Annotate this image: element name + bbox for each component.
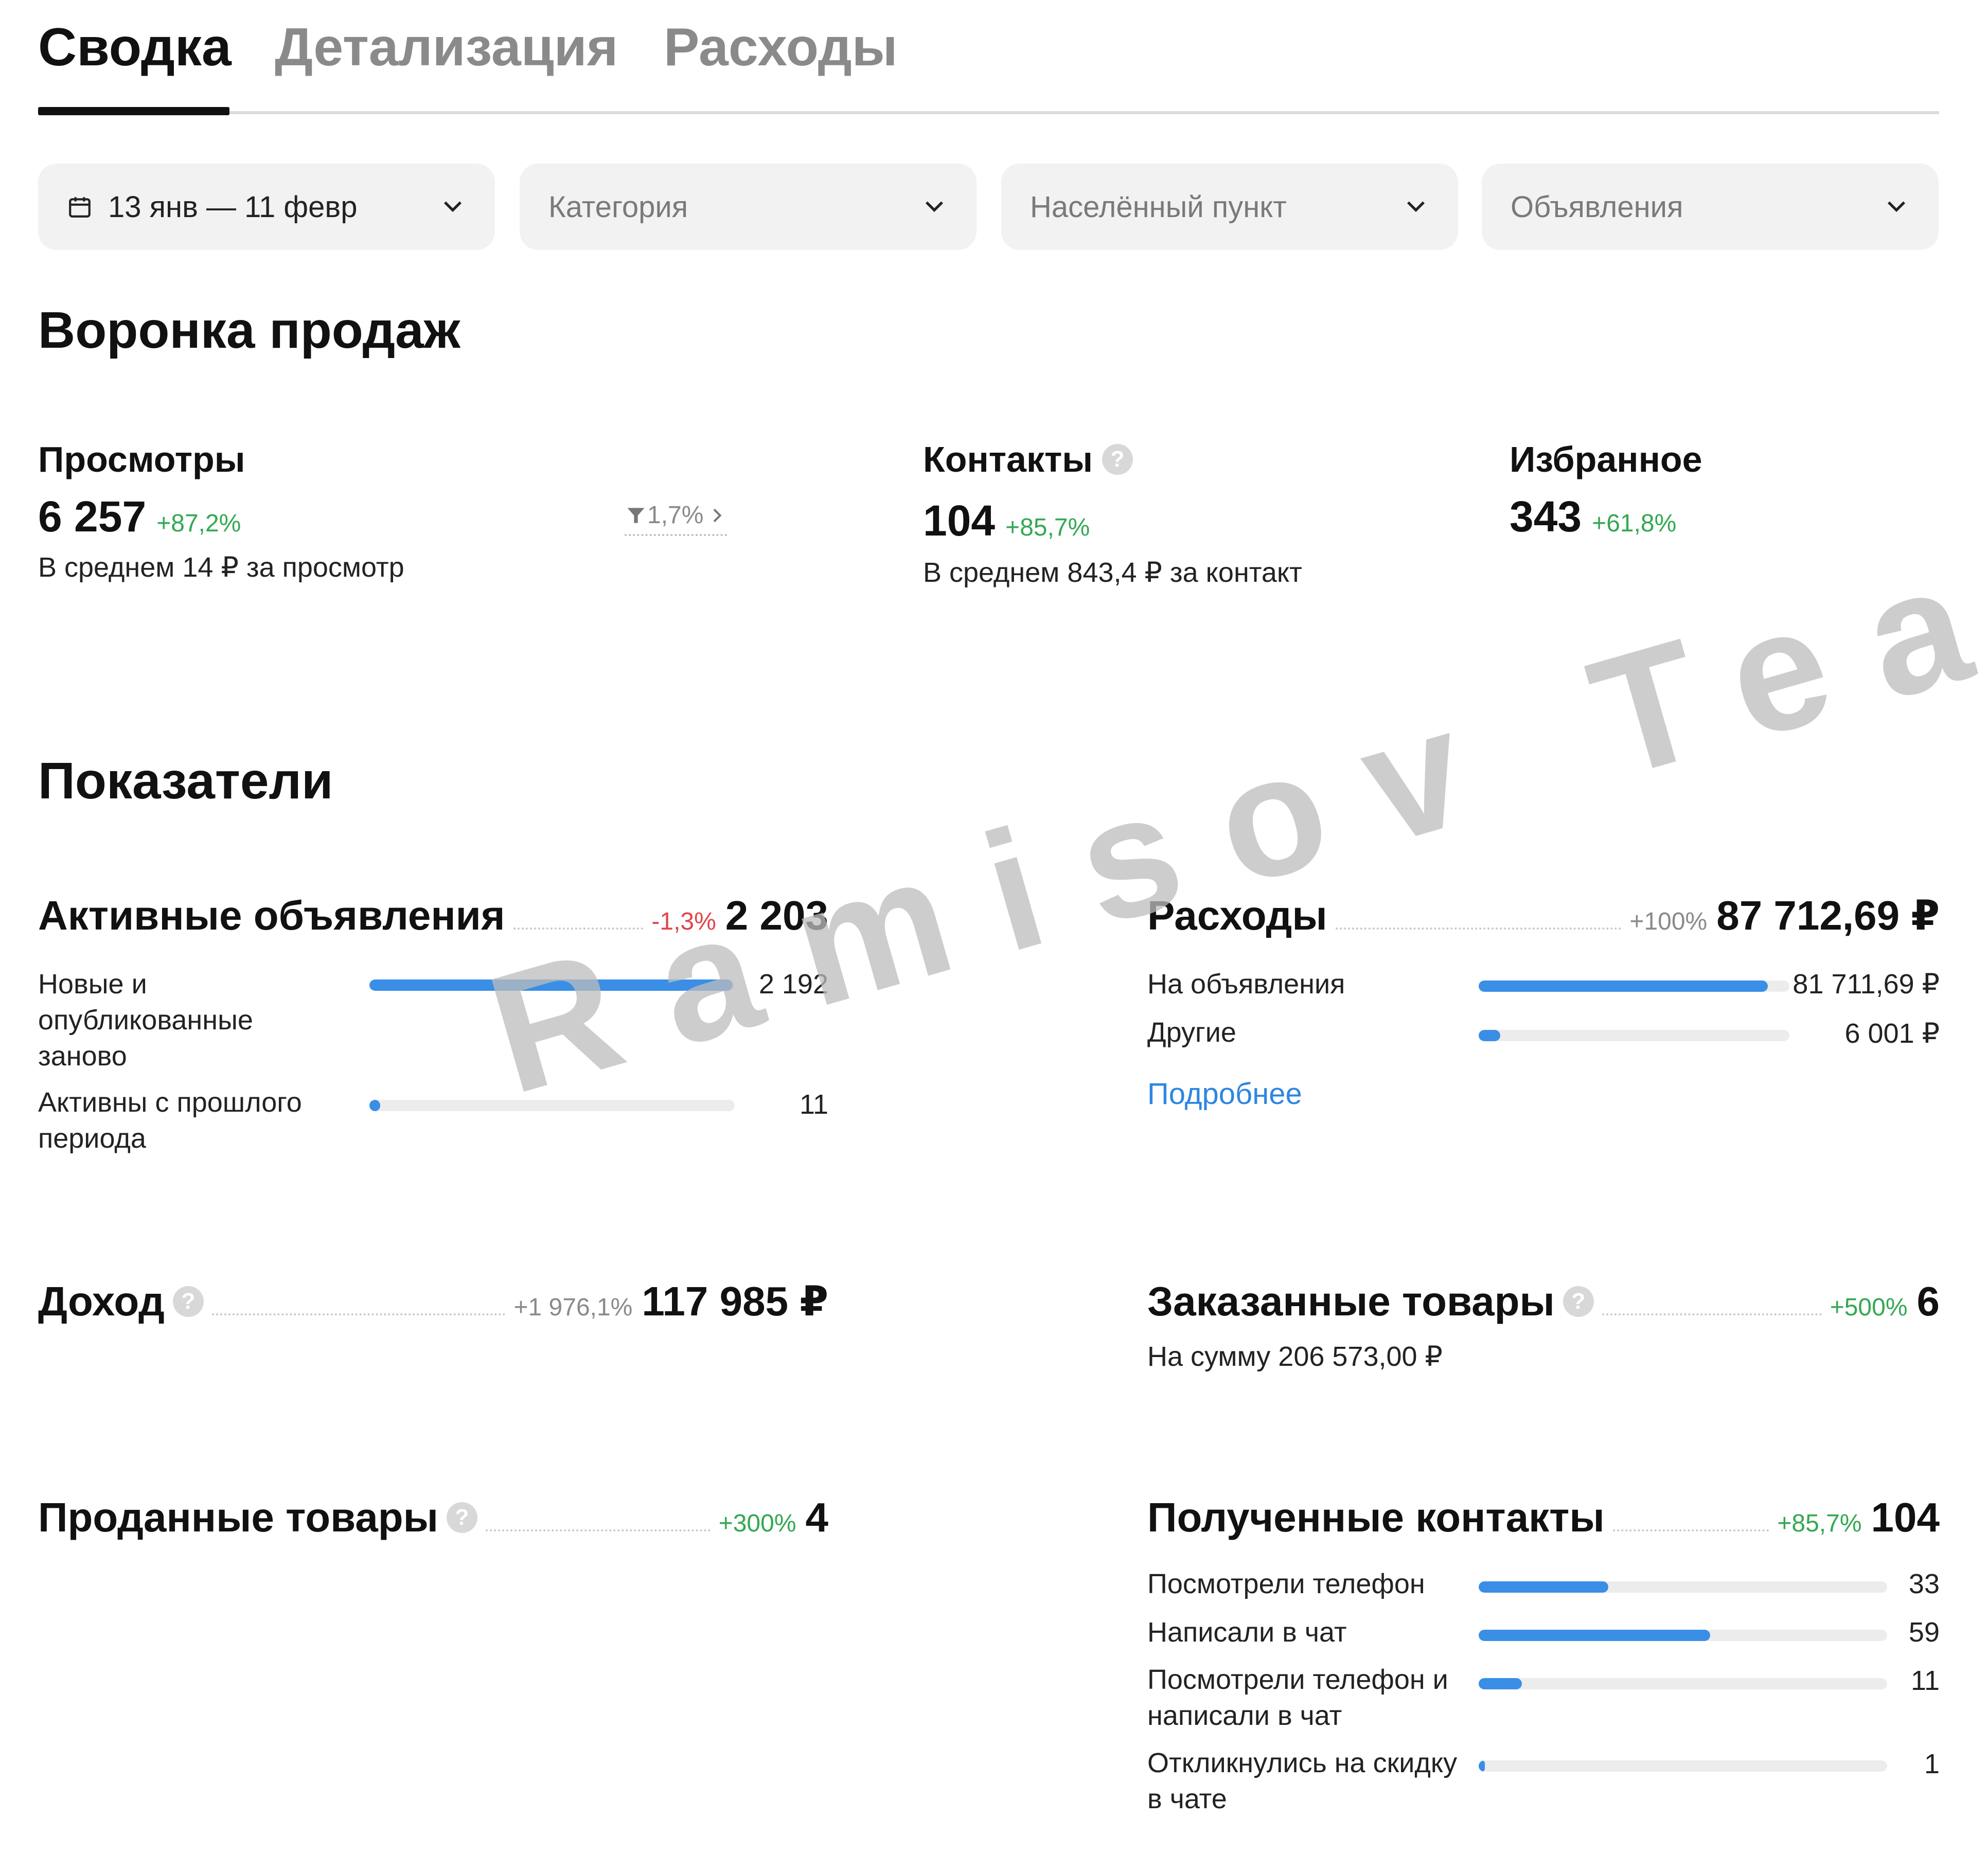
ads-filter[interactable]: Объявления: [1482, 164, 1939, 250]
progress-track: [1479, 1630, 1887, 1641]
received-contacts-header: Полученные контакты +85,7% 104: [1147, 1497, 1940, 1538]
views-label: Просмотры: [38, 439, 245, 479]
contacts-value: 104: [923, 496, 996, 545]
views-conversion-link[interactable]: 1,7%: [625, 503, 727, 536]
chevron-down-icon: [1407, 201, 1425, 212]
received-contacts-value: 104: [1871, 1494, 1940, 1540]
views-value: 6 257: [38, 492, 147, 541]
metrics-title: Показатели: [38, 752, 333, 810]
date-range-value: 13 янв — 11 февр: [108, 190, 358, 224]
views-change: +87,2%: [156, 510, 241, 537]
progress-fill: [1479, 1030, 1501, 1041]
chevron-down-icon: [925, 201, 944, 212]
sold-header: Проданные товары ? +300% 4: [38, 1497, 828, 1538]
contacts-average: В среднем 843,4 ₽ за контакт: [923, 557, 1302, 588]
ads-placeholder: Объявления: [1511, 190, 1683, 224]
expenses-row-label: На объявления: [1147, 969, 1345, 1000]
tab-details[interactable]: Детализация: [275, 21, 618, 74]
views-average: В среднем 14 ₽ за просмотр: [38, 552, 404, 583]
active-ads-row-value: 11: [799, 1089, 828, 1120]
tab-expenses[interactable]: Расходы: [664, 21, 898, 74]
progress-track: [1479, 1760, 1887, 1772]
tabs-divider: [38, 111, 1939, 114]
dotted-leader: [1335, 928, 1622, 930]
progress-track: [1479, 1678, 1887, 1689]
ordered-change: +500%: [1830, 1294, 1908, 1321]
calendar-icon: [69, 197, 91, 218]
help-icon[interactable]: ?: [172, 1286, 204, 1317]
views-conversion: 1,7%: [647, 502, 704, 529]
active-tab-indicator: [38, 107, 229, 115]
category-placeholder: Категория: [548, 190, 688, 224]
progress-fill: [1479, 981, 1768, 992]
chevron-down-icon: [1887, 201, 1906, 212]
views-metric: 6 257 +87,2%: [38, 495, 241, 538]
contacts-metric: 104 +85,7%: [923, 499, 1090, 542]
help-icon[interactable]: ?: [446, 1502, 477, 1533]
contacts-row-label: Откликнулись на скидку в чате: [1147, 1748, 1458, 1814]
contacts-row-label: Написали в чат: [1147, 1617, 1347, 1648]
income-label: Доход: [38, 1278, 165, 1324]
dotted-leader: [211, 1313, 506, 1315]
expenses-row-value: 81 711,69 ₽: [1792, 969, 1940, 1000]
progress-fill: [1479, 1678, 1522, 1689]
dotted-leader: [485, 1529, 711, 1531]
sold-label: Проданные товары: [38, 1494, 438, 1540]
ordered-label: Заказанные товары: [1147, 1278, 1555, 1324]
contacts-row-label: Посмотрели телефон и написали в чат: [1147, 1664, 1448, 1731]
tab-summary[interactable]: Сводка: [38, 21, 232, 74]
contacts-change: +85,7%: [1005, 514, 1090, 541]
chevron-down-icon: [443, 201, 462, 212]
chevron-right-icon: [713, 508, 722, 523]
expenses-row-label: Другие: [1147, 1017, 1236, 1048]
ordered-value: 6: [1916, 1278, 1940, 1324]
sold-value: 4: [805, 1494, 829, 1540]
favorites-value: 343: [1510, 492, 1582, 541]
contacts-header: Контакты ?: [923, 441, 1133, 477]
expenses-more-link[interactable]: Подробнее: [1147, 1079, 1302, 1109]
received-contacts-label: Полученные контакты: [1147, 1494, 1605, 1540]
contacts-row-value: 1: [1924, 1749, 1940, 1779]
funnel-title: Воронка продаж: [38, 301, 460, 359]
contacts-row-value: 59: [1908, 1617, 1940, 1648]
received-contacts-change: +85,7%: [1777, 1510, 1862, 1537]
help-icon[interactable]: ?: [1563, 1286, 1594, 1317]
progress-track: [1479, 981, 1789, 992]
favorites-metric: 343 +61,8%: [1510, 495, 1676, 538]
active-ads-label: Активные объявления: [38, 893, 505, 938]
progress-track: [1479, 1030, 1789, 1041]
progress-fill: [1479, 1581, 1608, 1593]
location-placeholder: Населённый пункт: [1030, 190, 1287, 224]
funnel-icon: [627, 508, 645, 523]
favorites-change: +61,8%: [1592, 510, 1677, 537]
income-change: +1 976,1%: [513, 1294, 633, 1321]
ordered-sum: На сумму 206 573,00 ₽: [1147, 1341, 1443, 1372]
expenses-row-value: 6 001 ₽: [1844, 1018, 1940, 1049]
contacts-row-value: 11: [1910, 1665, 1940, 1696]
active-ads-row-label: Новые и опубликованные заново: [38, 969, 253, 1072]
date-range-filter[interactable]: 13 янв — 11 февр: [38, 164, 495, 250]
expenses-change: +100%: [1629, 908, 1708, 935]
sold-change: +300%: [718, 1510, 796, 1537]
dotted-leader: [1602, 1313, 1822, 1315]
favorites-label: Избранное: [1510, 439, 1702, 479]
progress-fill: [1479, 1630, 1711, 1641]
income-value: 117 985 ₽: [642, 1278, 828, 1324]
active-ads-row-label: Активны с прошлого периода: [38, 1087, 302, 1154]
contacts-row-value: 33: [1908, 1568, 1940, 1599]
contacts-row-label: Посмотрели телефон: [1147, 1568, 1425, 1599]
ordered-header: Заказанные товары ? +500% 6: [1147, 1281, 1940, 1322]
progress-track: [1479, 1581, 1887, 1593]
progress-fill: [1479, 1760, 1485, 1772]
category-filter[interactable]: Категория: [520, 164, 977, 250]
location-filter[interactable]: Населённый пункт: [1001, 164, 1458, 250]
help-icon[interactable]: ?: [1102, 444, 1133, 475]
dotted-leader: [1612, 1529, 1769, 1531]
contacts-label: Контакты: [923, 439, 1093, 479]
income-header: Доход ? +1 976,1% 117 985 ₽: [38, 1281, 828, 1322]
expenses-value: 87 712,69 ₽: [1716, 893, 1940, 938]
progress-fill: [369, 1100, 381, 1111]
